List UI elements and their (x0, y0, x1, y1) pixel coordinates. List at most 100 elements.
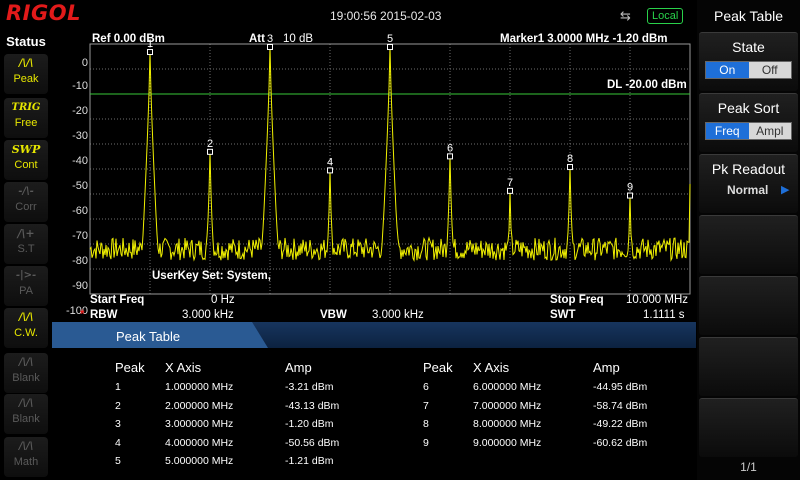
peak-table-cell-peak: 6 (423, 381, 429, 393)
peak-marker (507, 187, 513, 194)
peak-table-cell-xaxis: 6.000000 MHz (473, 381, 542, 393)
peak-table-cell-amp: -58.74 dBm (593, 399, 648, 412)
peak-table-cell-amp: -1.21 dBm (285, 455, 334, 467)
status-title: Status (6, 34, 46, 49)
state-softkey[interactable]: State On Off (699, 32, 798, 91)
status-corr[interactable]: -/\- Corr (4, 182, 48, 222)
rigol-logo: RIGOL (6, 1, 81, 25)
peak-table-cell-xaxis: 3.000000 MHz (165, 418, 234, 430)
chevron-right-icon: ▶ (781, 184, 790, 196)
peak-table-cell-peak: 8 (423, 418, 429, 430)
status-cw[interactable]: /\/\ C.W. (4, 308, 48, 348)
start-freq-label: Start Freq (90, 294, 145, 306)
swp-icon: SWP (11, 143, 41, 156)
swt-value[interactable]: 1.1111 s (643, 309, 685, 321)
spectrum-display[interactable]: 123456789 (52, 32, 696, 322)
status-st[interactable]: /\+ S.T (4, 224, 48, 264)
pa-icon: -|>- (15, 270, 37, 281)
status-cw-label: C.W. (14, 327, 38, 339)
corr-icon: -/\- (18, 186, 34, 197)
status-trig-label: Free (14, 117, 38, 129)
spectrum-chart: 123456789 (89, 33, 691, 295)
peak-table-cell-amp: -44.95 dBm (593, 381, 648, 393)
state-toggle[interactable]: On Off (705, 61, 792, 79)
status-swp[interactable]: SWP Cont (4, 140, 48, 180)
state-on[interactable]: On (706, 62, 749, 78)
y-tick-label: -90 (72, 280, 88, 292)
peak-table-header-cell: Amp (285, 360, 312, 375)
peak-table-cell-amp: -1.20 dBm (285, 418, 334, 430)
peak-sort-softkey[interactable]: Peak Sort Freq Ampl (699, 93, 798, 152)
peak-marker (567, 164, 573, 171)
sort-freq[interactable]: Freq (706, 123, 749, 139)
empty-softkey-5[interactable] (699, 276, 798, 335)
math-icon: /\/\ (18, 441, 34, 452)
status-blank2[interactable]: /\/\ Blank (4, 394, 48, 434)
peak-marker (147, 49, 153, 56)
stop-freq-label: Stop Freq (550, 294, 604, 306)
peak-table-header-cell: Peak (115, 360, 145, 375)
y-tick-label: 0 (81, 57, 88, 69)
peak-table-cell-amp: -60.62 dBm (593, 436, 648, 449)
status-peak-label: Peak (13, 73, 39, 85)
usb-icon: ⇆ (620, 8, 631, 23)
peak-table-cell-xaxis: 1.000000 MHz (165, 381, 234, 393)
spectrum-trace (89, 46, 691, 263)
peak-table-cell-peak: 1 (115, 381, 121, 393)
rbw-manual-indicator: * (80, 309, 85, 321)
sort-ampl[interactable]: Ampl (748, 123, 791, 139)
status-st-label: S.T (17, 243, 35, 255)
pk-readout-value: Normal (727, 183, 769, 197)
peak-table-cell-xaxis: 9.000000 MHz (473, 436, 542, 449)
stop-freq-value[interactable]: 10.000 MHz (626, 294, 688, 306)
peak-table-header-cell: X Axis (165, 360, 202, 375)
state-off[interactable]: Off (748, 62, 791, 78)
status-math[interactable]: /\/\ Math (4, 437, 48, 477)
empty-softkey-4[interactable] (699, 215, 798, 274)
menu-title: Peak Table (713, 8, 783, 24)
blank-icon: /\/\ (18, 357, 34, 368)
status-blank1[interactable]: /\/\ Blank (4, 353, 48, 393)
att-value[interactable]: 10 dB (283, 33, 313, 45)
peak-marker (627, 192, 633, 199)
peak-number-label: 7 (507, 177, 513, 189)
att-label: Att (249, 33, 265, 45)
y-tick-label: -20 (72, 105, 88, 117)
peak-sort-label: Peak Sort (717, 100, 780, 116)
y-tick-label: -60 (72, 205, 88, 217)
status-trig[interactable]: TRIG Free (4, 98, 48, 138)
rbw-label: RBW (90, 309, 118, 321)
status-blank1-label: Blank (12, 372, 40, 384)
peak-number-label: 4 (327, 156, 333, 168)
status-peak[interactable]: /\/\ Peak (4, 54, 48, 94)
peak-table-header-cell: Amp (593, 360, 620, 375)
peak-table-cell-xaxis: 4.000000 MHz (165, 436, 234, 449)
empty-softkey-6[interactable] (699, 337, 798, 396)
vbw-label: VBW (320, 309, 347, 321)
menu-page-indicator: 1/1 (740, 460, 757, 474)
start-freq-value[interactable]: 0 Hz (211, 294, 235, 306)
peak-number-label: 8 (567, 153, 573, 165)
display-line-label: DL -20.00 dBm (607, 79, 687, 91)
cw-icon: /\/\ (18, 312, 34, 323)
peak-marker (267, 44, 273, 50)
blank-icon: /\/\ (18, 398, 34, 409)
st-icon: /\+ (17, 227, 35, 240)
vbw-value[interactable]: 3.000 kHz (372, 309, 424, 321)
peak-number-label: 2 (207, 138, 213, 150)
peak-sort-toggle[interactable]: Freq Ampl (705, 122, 792, 140)
ref-level[interactable]: Ref 0.00 dBm (92, 33, 165, 45)
status-pa[interactable]: -|>- PA (4, 266, 48, 306)
empty-softkey-7[interactable] (699, 398, 798, 457)
userkey-set: UserKey Set: System, (152, 270, 271, 282)
status-corr-label: Corr (15, 201, 37, 213)
peak-table-cell-xaxis: 5.000000 MHz (165, 455, 234, 467)
y-tick-label: -70 (72, 230, 88, 242)
rbw-value[interactable]: 3.000 kHz (182, 309, 234, 321)
pk-readout-softkey[interactable]: Pk Readout Normal ▶ (699, 154, 798, 213)
peak-table-cell-peak: 3 (115, 418, 121, 430)
peak-table-cell-peak: 9 (423, 436, 429, 449)
peak-table-cell-amp: -50.56 dBm (285, 436, 340, 449)
local-badge[interactable]: Local (647, 8, 684, 24)
state-label: State (732, 39, 765, 55)
